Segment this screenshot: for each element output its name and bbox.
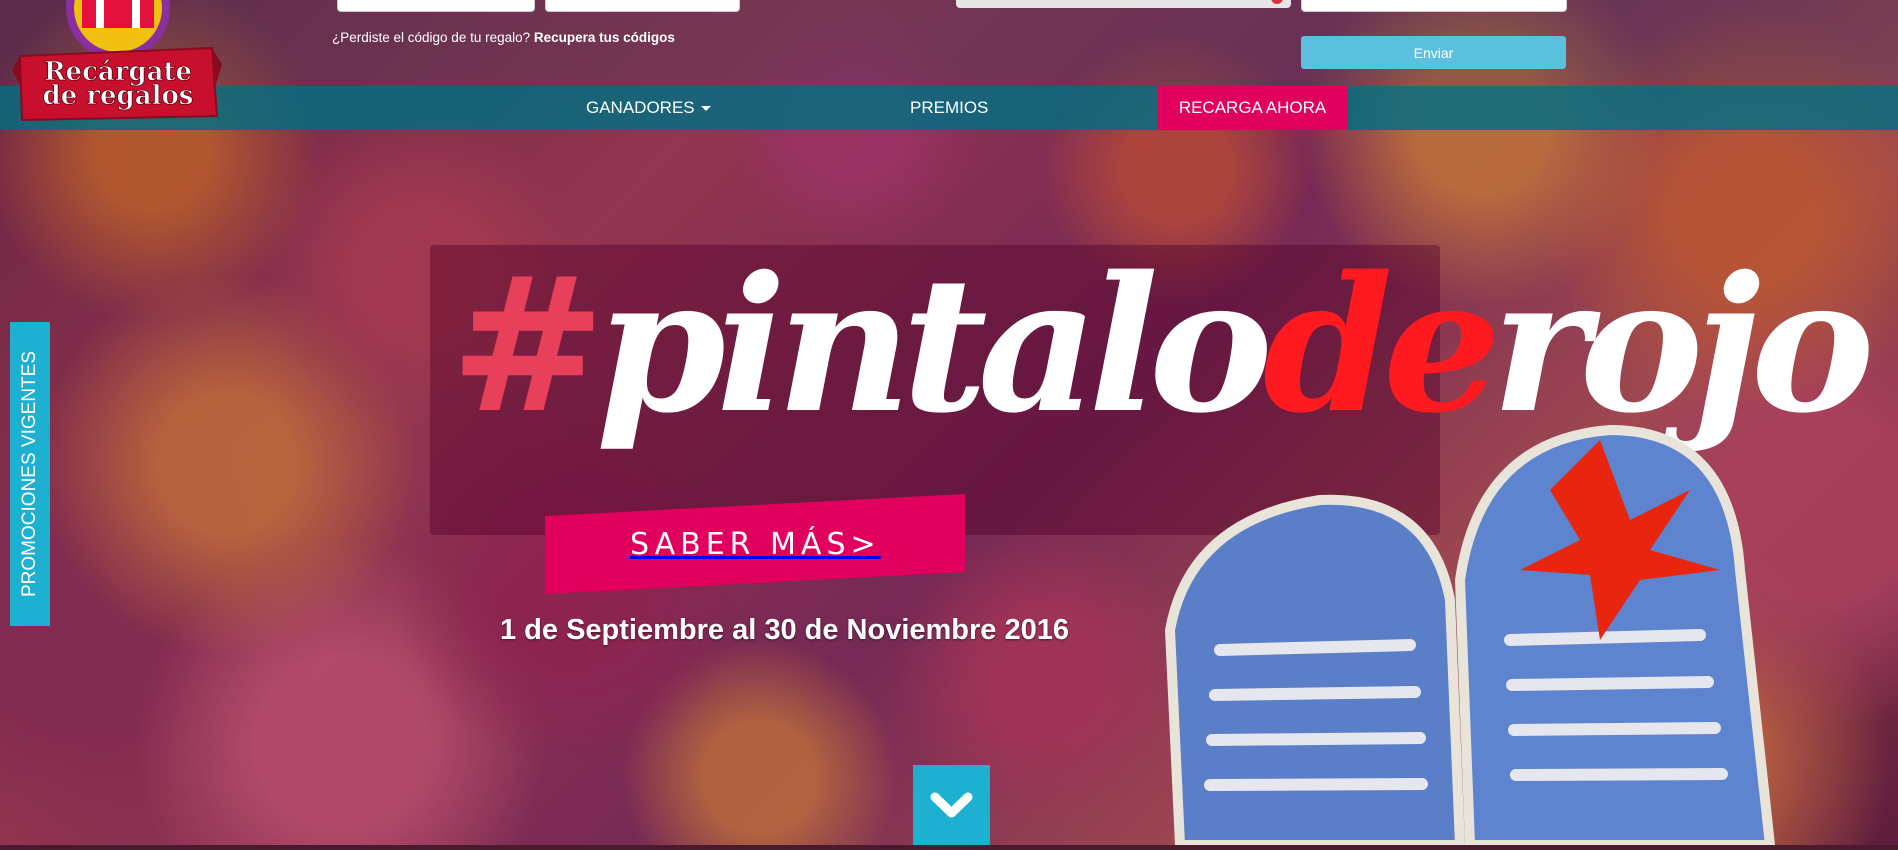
promo-dates: 1 de Septiembre al 30 de Noviembre 2016 <box>500 614 1069 646</box>
captcha-logo-icon <box>1271 0 1283 4</box>
lost-code-text: ¿Perdiste el código de tu regalo? Recupe… <box>332 30 675 45</box>
email-input[interactable] <box>1301 0 1567 13</box>
nav-ganadores-label: GANADORES <box>586 98 695 117</box>
logo-gift-stripe-1 <box>96 0 104 28</box>
code-input-2[interactable] <box>545 0 740 13</box>
caret-down-icon <box>700 106 711 112</box>
header-top <box>0 0 1898 86</box>
nav-ganadores[interactable]: GANADORES <box>586 86 711 130</box>
code-input-1[interactable] <box>337 0 535 13</box>
code-field-2[interactable] <box>546 0 739 13</box>
code-field-1[interactable] <box>338 0 534 13</box>
sneakers-image <box>1164 424 1776 845</box>
hashtag-symbol: # <box>450 235 606 454</box>
recover-codes-link[interactable]: Recupera tus códigos <box>534 30 675 45</box>
main-nav: GANADORES PREMIOS RECARGA AHORA <box>0 86 1898 130</box>
logo-gift-box <box>82 0 154 28</box>
logo-text-line2: de regalos <box>43 81 194 111</box>
saber-mas-label: SABER MÁS> <box>629 526 881 562</box>
chevron-down-icon <box>930 792 973 818</box>
scroll-down-button[interactable] <box>913 765 990 845</box>
left-sneaker <box>1164 494 1466 845</box>
captcha-widget[interactable] <box>956 0 1291 8</box>
logo-gift-stripe-2 <box>132 0 140 28</box>
send-button[interactable]: Enviar <box>1301 36 1566 69</box>
promociones-vigentes-tab[interactable]: PROMOCIONES VIGENTES <box>10 322 50 626</box>
nav-recarga-ahora[interactable]: RECARGA AHORA <box>1157 86 1348 130</box>
email-field[interactable] <box>1302 0 1566 13</box>
lost-code-label: ¿Perdiste el código de tu regalo? <box>332 30 531 45</box>
nav-premios[interactable]: PREMIOS <box>910 86 988 130</box>
site-logo[interactable]: Recárgate de regalos <box>12 0 222 124</box>
side-tab-label: PROMOCIONES VIGENTES <box>19 351 40 597</box>
